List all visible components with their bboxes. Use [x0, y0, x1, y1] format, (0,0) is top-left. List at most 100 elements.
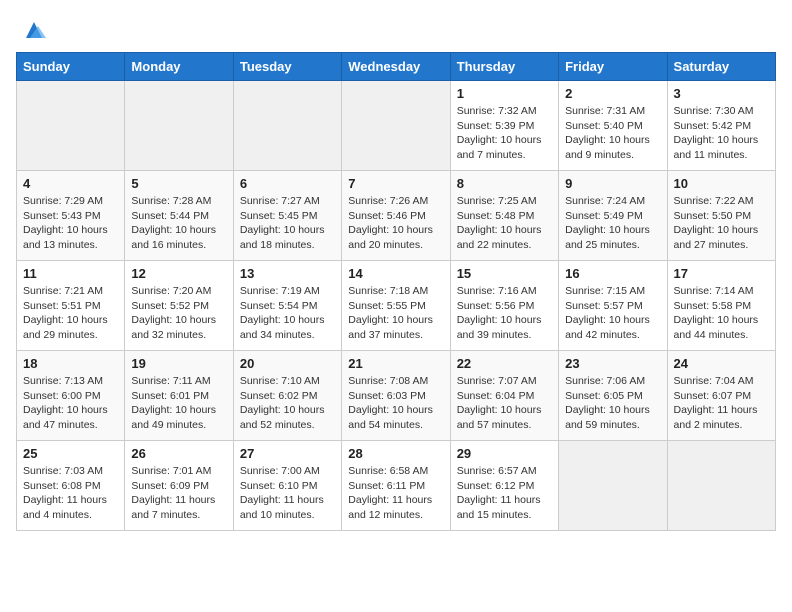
day-info: Sunrise: 7:29 AM Sunset: 5:43 PM Dayligh… — [23, 194, 118, 253]
calendar-cell: 13 Sunrise: 7:19 AM Sunset: 5:54 PM Dayli… — [233, 261, 341, 351]
calendar-cell: 26 Sunrise: 7:01 AM Sunset: 6:09 PM Dayli… — [125, 441, 233, 531]
calendar-week-1: 1 Sunrise: 7:32 AM Sunset: 5:39 PM Daylig… — [17, 81, 776, 171]
day-number: 25 — [23, 446, 118, 461]
calendar-cell: 16Sunrise: 7:15 AM Sunset: 5:57 PM Dayli… — [559, 261, 667, 351]
day-info: Sunrise: 7:11 AM Sunset: 6:01 PM Dayligh… — [131, 374, 226, 433]
day-number: 21 — [348, 356, 443, 371]
day-number: 8 — [457, 176, 552, 191]
day-info: Sunrise: 7:04 AM Sunset: 6:07 PM Dayligh… — [674, 374, 769, 433]
day-number: 11 — [23, 266, 118, 281]
day-number: 27 — [240, 446, 335, 461]
calendar-cell: 11Sunrise: 7:21 AM Sunset: 5:51 PM Dayli… — [17, 261, 125, 351]
calendar-cell: 19 Sunrise: 7:11 AM Sunset: 6:01 PM Dayli… — [125, 351, 233, 441]
calendar-cell: 10Sunrise: 7:22 AM Sunset: 5:50 PM Dayli… — [667, 171, 775, 261]
calendar-cell: 9Sunrise: 7:24 AM Sunset: 5:49 PM Daylig… — [559, 171, 667, 261]
calendar-body: 1 Sunrise: 7:32 AM Sunset: 5:39 PM Daylig… — [17, 81, 776, 531]
day-info: Sunrise: 7:08 AM Sunset: 6:03 PM Dayligh… — [348, 374, 443, 433]
calendar-cell: 24 Sunrise: 7:04 AM Sunset: 6:07 PM Dayli… — [667, 351, 775, 441]
calendar-cell: 29 Sunrise: 6:57 AM Sunset: 6:12 PM Dayli… — [450, 441, 558, 531]
day-number: 24 — [674, 356, 769, 371]
calendar-week-4: 18Sunrise: 7:13 AM Sunset: 6:00 PM Dayli… — [17, 351, 776, 441]
calendar-cell: 17 Sunrise: 7:14 AM Sunset: 5:58 PM Dayli… — [667, 261, 775, 351]
day-info: Sunrise: 7:22 AM Sunset: 5:50 PM Dayligh… — [674, 194, 769, 253]
calendar-cell: 14 Sunrise: 7:18 AM Sunset: 5:55 PM Dayli… — [342, 261, 450, 351]
calendar-cell: 7 Sunrise: 7:26 AM Sunset: 5:46 PM Daylig… — [342, 171, 450, 261]
calendar-cell: 21 Sunrise: 7:08 AM Sunset: 6:03 PM Dayli… — [342, 351, 450, 441]
days-header-row: SundayMondayTuesdayWednesdayThursdayFrid… — [17, 53, 776, 81]
day-info: Sunrise: 7:30 AM Sunset: 5:42 PM Dayligh… — [674, 104, 769, 163]
day-info: Sunrise: 6:58 AM Sunset: 6:11 PM Dayligh… — [348, 464, 443, 523]
calendar-week-3: 11Sunrise: 7:21 AM Sunset: 5:51 PM Dayli… — [17, 261, 776, 351]
day-number: 5 — [131, 176, 226, 191]
day-number: 12 — [131, 266, 226, 281]
day-number: 29 — [457, 446, 552, 461]
day-number: 1 — [457, 86, 552, 101]
calendar-cell: 12 Sunrise: 7:20 AM Sunset: 5:52 PM Dayli… — [125, 261, 233, 351]
day-info: Sunrise: 7:25 AM Sunset: 5:48 PM Dayligh… — [457, 194, 552, 253]
calendar-cell: 4Sunrise: 7:29 AM Sunset: 5:43 PM Daylig… — [17, 171, 125, 261]
day-info: Sunrise: 7:00 AM Sunset: 6:10 PM Dayligh… — [240, 464, 335, 523]
calendar-cell — [342, 81, 450, 171]
logo — [16, 16, 48, 44]
calendar-cell: 25 Sunrise: 7:03 AM Sunset: 6:08 PM Dayli… — [17, 441, 125, 531]
calendar-cell: 28Sunrise: 6:58 AM Sunset: 6:11 PM Dayli… — [342, 441, 450, 531]
day-header-saturday: Saturday — [667, 53, 775, 81]
day-number: 26 — [131, 446, 226, 461]
day-info: Sunrise: 7:20 AM Sunset: 5:52 PM Dayligh… — [131, 284, 226, 343]
day-number: 17 — [674, 266, 769, 281]
calendar-cell — [559, 441, 667, 531]
day-info: Sunrise: 7:18 AM Sunset: 5:55 PM Dayligh… — [348, 284, 443, 343]
day-info: Sunrise: 6:57 AM Sunset: 6:12 PM Dayligh… — [457, 464, 552, 523]
calendar-week-2: 4Sunrise: 7:29 AM Sunset: 5:43 PM Daylig… — [17, 171, 776, 261]
day-number: 14 — [348, 266, 443, 281]
day-info: Sunrise: 7:19 AM Sunset: 5:54 PM Dayligh… — [240, 284, 335, 343]
calendar-cell — [125, 81, 233, 171]
day-number: 2 — [565, 86, 660, 101]
day-info: Sunrise: 7:27 AM Sunset: 5:45 PM Dayligh… — [240, 194, 335, 253]
day-header-tuesday: Tuesday — [233, 53, 341, 81]
day-info: Sunrise: 7:32 AM Sunset: 5:39 PM Dayligh… — [457, 104, 552, 163]
calendar-cell: 20 Sunrise: 7:10 AM Sunset: 6:02 PM Dayli… — [233, 351, 341, 441]
day-info: Sunrise: 7:16 AM Sunset: 5:56 PM Dayligh… — [457, 284, 552, 343]
calendar-cell — [17, 81, 125, 171]
calendar-cell: 1 Sunrise: 7:32 AM Sunset: 5:39 PM Daylig… — [450, 81, 558, 171]
day-info: Sunrise: 7:26 AM Sunset: 5:46 PM Dayligh… — [348, 194, 443, 253]
day-number: 13 — [240, 266, 335, 281]
day-number: 7 — [348, 176, 443, 191]
calendar-cell: 2 Sunrise: 7:31 AM Sunset: 5:40 PM Daylig… — [559, 81, 667, 171]
calendar-cell: 23 Sunrise: 7:06 AM Sunset: 6:05 PM Dayli… — [559, 351, 667, 441]
calendar-cell: 22 Sunrise: 7:07 AM Sunset: 6:04 PM Dayli… — [450, 351, 558, 441]
day-info: Sunrise: 7:01 AM Sunset: 6:09 PM Dayligh… — [131, 464, 226, 523]
day-number: 20 — [240, 356, 335, 371]
day-info: Sunrise: 7:31 AM Sunset: 5:40 PM Dayligh… — [565, 104, 660, 163]
calendar-cell: 18Sunrise: 7:13 AM Sunset: 6:00 PM Dayli… — [17, 351, 125, 441]
page-header — [16, 16, 776, 44]
calendar-header: SundayMondayTuesdayWednesdayThursdayFrid… — [17, 53, 776, 81]
calendar-cell: 27 Sunrise: 7:00 AM Sunset: 6:10 PM Dayli… — [233, 441, 341, 531]
day-info: Sunrise: 7:06 AM Sunset: 6:05 PM Dayligh… — [565, 374, 660, 433]
day-info: Sunrise: 7:03 AM Sunset: 6:08 PM Dayligh… — [23, 464, 118, 523]
day-header-thursday: Thursday — [450, 53, 558, 81]
calendar-week-5: 25 Sunrise: 7:03 AM Sunset: 6:08 PM Dayli… — [17, 441, 776, 531]
day-info: Sunrise: 7:07 AM Sunset: 6:04 PM Dayligh… — [457, 374, 552, 433]
day-header-friday: Friday — [559, 53, 667, 81]
day-info: Sunrise: 7:10 AM Sunset: 6:02 PM Dayligh… — [240, 374, 335, 433]
calendar-cell — [233, 81, 341, 171]
day-number: 18 — [23, 356, 118, 371]
day-number: 19 — [131, 356, 226, 371]
day-number: 3 — [674, 86, 769, 101]
day-info: Sunrise: 7:28 AM Sunset: 5:44 PM Dayligh… — [131, 194, 226, 253]
day-info: Sunrise: 7:14 AM Sunset: 5:58 PM Dayligh… — [674, 284, 769, 343]
day-number: 15 — [457, 266, 552, 281]
day-number: 23 — [565, 356, 660, 371]
day-header-monday: Monday — [125, 53, 233, 81]
day-header-sunday: Sunday — [17, 53, 125, 81]
calendar-cell — [667, 441, 775, 531]
day-number: 6 — [240, 176, 335, 191]
calendar-cell: 8 Sunrise: 7:25 AM Sunset: 5:48 PM Daylig… — [450, 171, 558, 261]
calendar-cell: 3 Sunrise: 7:30 AM Sunset: 5:42 PM Daylig… — [667, 81, 775, 171]
calendar-table: SundayMondayTuesdayWednesdayThursdayFrid… — [16, 52, 776, 531]
day-info: Sunrise: 7:24 AM Sunset: 5:49 PM Dayligh… — [565, 194, 660, 253]
day-number: 22 — [457, 356, 552, 371]
calendar-cell: 15 Sunrise: 7:16 AM Sunset: 5:56 PM Dayli… — [450, 261, 558, 351]
